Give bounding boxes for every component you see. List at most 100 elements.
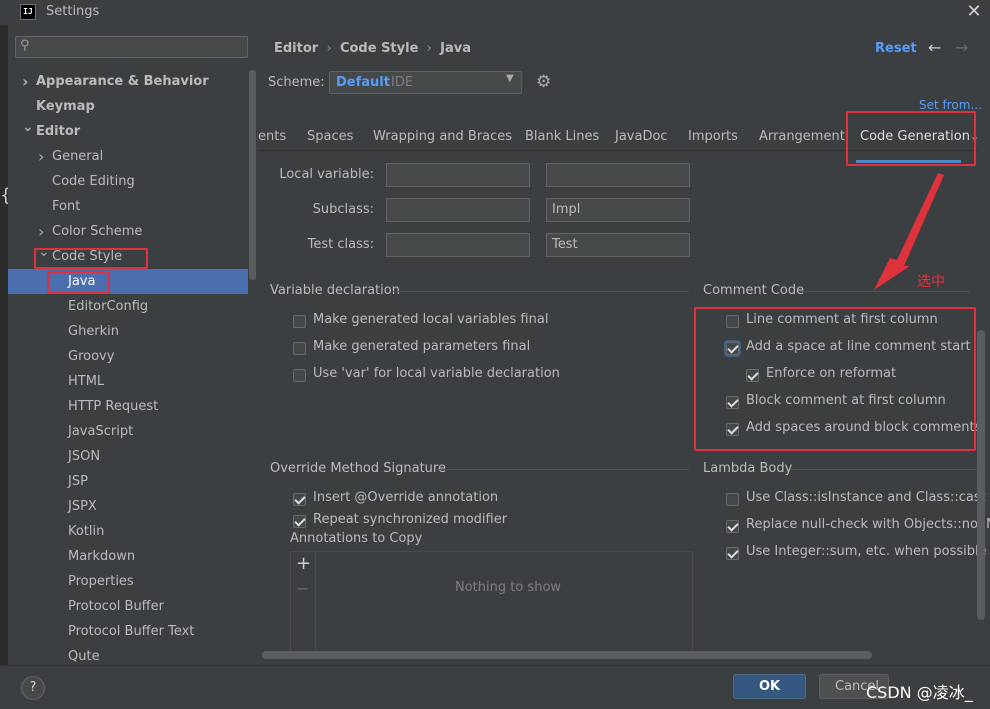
sidebar-item[interactable]: Font xyxy=(8,194,248,219)
sidebar-item[interactable]: HTTP Request xyxy=(8,394,248,419)
sidebar-item[interactable]: Gherkin xyxy=(8,319,248,344)
reset-link[interactable]: Reset xyxy=(875,41,917,56)
sidebar-item[interactable]: Properties xyxy=(8,569,248,594)
chevron-right-icon[interactable]: › xyxy=(22,69,29,94)
breadcrumb-separator: › xyxy=(322,41,336,56)
checkbox[interactable] xyxy=(726,493,739,506)
section-divider xyxy=(393,291,689,292)
checkbox[interactable] xyxy=(293,515,306,528)
help-button[interactable]: ? xyxy=(21,676,45,700)
tab[interactable]: Imports xyxy=(688,129,738,144)
sidebar-item[interactable]: JSP xyxy=(8,469,248,494)
watermark-text: CSDN @凌冰_ xyxy=(866,683,973,702)
checkbox-label[interactable]: Make generated local variables final xyxy=(313,312,548,327)
sidebar-item-label: Markdown xyxy=(68,549,136,564)
checkbox[interactable] xyxy=(293,315,306,328)
suffix-field[interactable]: Impl xyxy=(546,198,690,222)
search-icon: ⚲ xyxy=(20,38,30,53)
tab[interactable]: Arrangement xyxy=(759,129,845,144)
scheme-select[interactable]: Default IDE ▼ xyxy=(329,71,522,94)
annotations-to-copy-label: Annotations to Copy xyxy=(290,531,423,546)
red-arrow-icon xyxy=(874,173,944,290)
breadcrumb-code-style[interactable]: Code Style xyxy=(340,41,418,56)
sidebar-item-label: Font xyxy=(52,199,81,214)
tab[interactable]: Wrapping and Braces xyxy=(373,129,512,144)
section-divider xyxy=(791,469,977,470)
sidebar-item-label: Code Editing xyxy=(52,174,135,189)
ok-button[interactable]: OK xyxy=(733,674,806,699)
scheme-label: Scheme: xyxy=(268,75,325,90)
checkbox-label[interactable]: Replace null-check with Objects::nonNull… xyxy=(746,517,990,532)
sidebar-scrollbar[interactable] xyxy=(249,70,256,280)
gear-icon[interactable]: ⚙ xyxy=(536,72,551,92)
checkbox[interactable] xyxy=(726,520,739,533)
sidebar-item[interactable]: Kotlin xyxy=(8,519,248,544)
sidebar-item-label: Kotlin xyxy=(68,524,105,539)
set-from-link[interactable]: Set from... xyxy=(919,98,982,112)
prefix-field[interactable] xyxy=(386,233,530,257)
arrow-right-icon[interactable]: → xyxy=(955,38,968,57)
suffix-field[interactable] xyxy=(546,163,690,187)
sidebar-item-label: Groovy xyxy=(68,349,115,364)
horizontal-scrollbar[interactable] xyxy=(262,651,872,659)
arrow-left-icon[interactable]: ← xyxy=(928,38,941,57)
checkbox-label[interactable]: Insert @Override annotation xyxy=(313,490,498,505)
checkbox-label[interactable]: Use 'var' for local variable declaration xyxy=(313,366,560,381)
remove-icon[interactable]: − xyxy=(296,579,309,598)
breadcrumb-java: Java xyxy=(440,41,472,56)
close-icon[interactable]: ✕ xyxy=(962,0,986,24)
sidebar-item-label: Protocol Buffer Text xyxy=(68,624,195,639)
sidebar-item-label: Properties xyxy=(68,574,134,589)
sidebar-item[interactable]: JSON xyxy=(8,444,248,469)
checkbox-label[interactable]: Use Integer::sum, etc. when possible xyxy=(746,544,987,559)
chevron-right-icon[interactable]: › xyxy=(38,144,44,169)
intellij-logo-icon: IJ xyxy=(20,4,36,20)
sidebar-item[interactable]: Protocol Buffer Text xyxy=(8,619,248,644)
content-scrollbar[interactable] xyxy=(977,330,985,620)
checkbox-label[interactable]: Repeat synchronized modifier xyxy=(313,512,507,527)
sidebar-item[interactable]: JSPX xyxy=(8,494,248,519)
add-icon[interactable]: + xyxy=(296,553,311,574)
sidebar-item-label: General xyxy=(52,149,104,164)
empty-list-text: Nothing to show xyxy=(455,580,562,595)
tab[interactable]: ents xyxy=(258,129,286,144)
chevron-down-icon: ▼ xyxy=(506,73,514,84)
sidebar-item[interactable]: › Appearance & Behavior xyxy=(8,69,248,94)
sidebar-item-label: HTML xyxy=(68,374,105,389)
sidebar-item-label: Gherkin xyxy=(68,324,120,339)
sidebar-item[interactable]: JavaScript xyxy=(8,419,248,444)
checkbox[interactable] xyxy=(293,493,306,506)
checkbox-label[interactable]: Use Class::isInstance and Class::cast wh… xyxy=(746,490,990,505)
checkbox-label[interactable]: Make generated parameters final xyxy=(313,339,530,354)
naming-row-label: Subclass: xyxy=(312,202,374,217)
tab[interactable]: Spaces xyxy=(307,129,353,144)
highlight-java xyxy=(47,271,110,294)
sidebar-item[interactable]: › General xyxy=(8,144,248,169)
prefix-field[interactable] xyxy=(386,163,530,187)
sidebar-item[interactable]: Java xyxy=(8,269,248,294)
highlight-comment-options xyxy=(694,307,976,451)
sidebar-item-label: HTTP Request xyxy=(68,399,159,414)
sidebar-item-label: JavaScript xyxy=(68,424,134,439)
sidebar-item[interactable]: Keymap xyxy=(8,94,248,119)
sidebar-item[interactable]: Markdown xyxy=(8,544,248,569)
sidebar-item[interactable]: Protocol Buffer xyxy=(8,594,248,619)
window-title: Settings xyxy=(46,4,100,19)
prefix-field[interactable] xyxy=(386,198,530,222)
checkbox[interactable] xyxy=(293,342,306,355)
checkbox[interactable] xyxy=(726,547,739,560)
sidebar-item[interactable]: EditorConfig xyxy=(8,294,248,319)
suffix-field[interactable]: Test xyxy=(546,233,690,257)
sidebar-item-label: Appearance & Behavior xyxy=(36,74,209,89)
tab[interactable]: Blank Lines xyxy=(525,129,599,144)
section-title-comment-code: Comment Code xyxy=(703,283,805,298)
search-input[interactable] xyxy=(15,36,248,58)
sidebar-item[interactable]: ⌄ Editor xyxy=(8,119,248,144)
sidebar-item[interactable]: HTML xyxy=(8,369,248,394)
tab[interactable]: JavaDoc xyxy=(615,129,668,144)
chevron-down-icon[interactable]: ⌄ xyxy=(22,115,34,140)
sidebar-item[interactable]: Groovy xyxy=(8,344,248,369)
breadcrumb-editor[interactable]: Editor xyxy=(274,41,318,56)
sidebar-item[interactable]: Code Editing xyxy=(8,169,248,194)
checkbox[interactable] xyxy=(293,369,306,382)
